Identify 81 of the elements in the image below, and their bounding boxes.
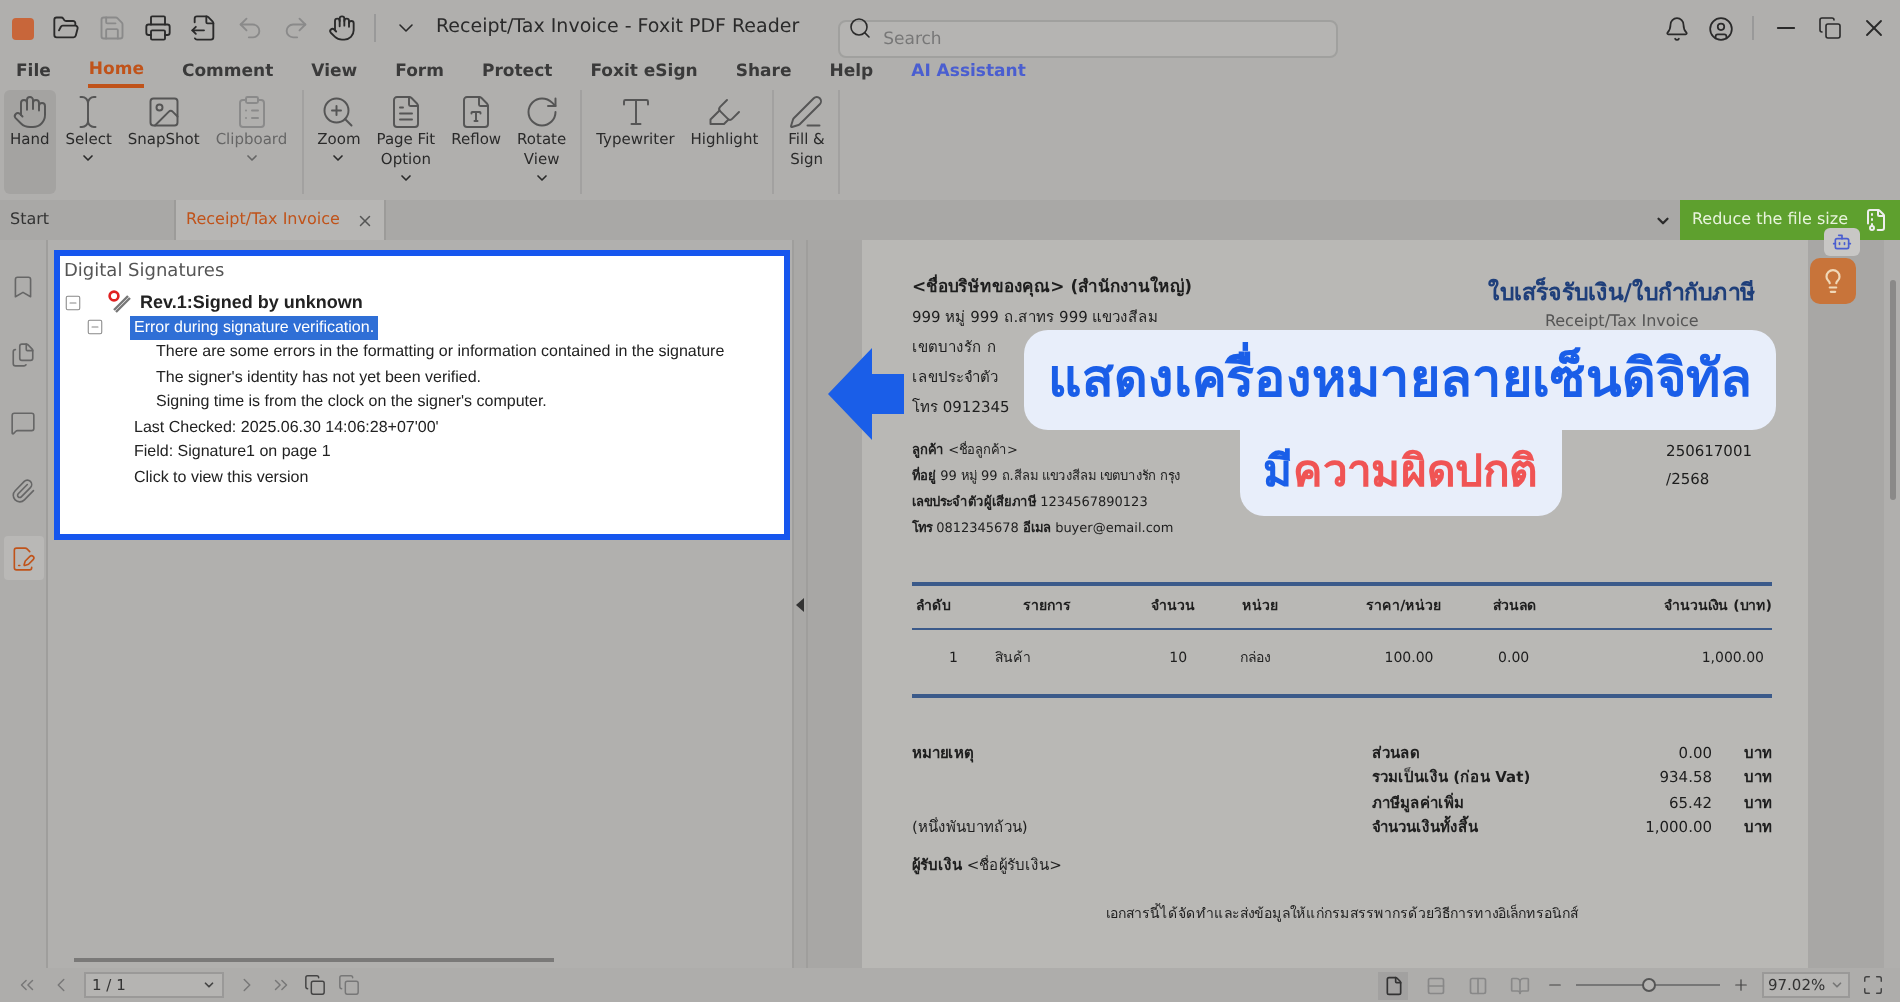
two-page-icon <box>1467 975 1487 995</box>
menu-tab[interactable]: Share <box>735 60 792 86</box>
tips-button[interactable] <box>1810 258 1856 304</box>
comment-icon <box>10 409 36 435</box>
rotate-icon <box>523 94 560 130</box>
collapse-icon[interactable] <box>64 293 82 312</box>
document-subtitle: Receipt/Tax Invoice <box>1544 310 1699 335</box>
zoom-slider[interactable] <box>1576 977 1720 993</box>
collapse-panel-icon[interactable] <box>796 597 804 611</box>
paperclip-icon <box>10 477 36 503</box>
window-title: Receipt/Tax Invoice - Foxit PDF Reader <box>436 13 800 42</box>
save-icon[interactable] <box>98 14 126 42</box>
tree-item[interactable]: There are some errors in the formatting or information contained in the signature <box>152 340 729 365</box>
search-field[interactable]: Search <box>837 20 1338 58</box>
text-icon <box>617 94 654 130</box>
sidebar-button[interactable] <box>3 536 43 580</box>
close-icon[interactable] <box>1860 14 1888 42</box>
signature-pen-icon <box>108 290 132 315</box>
collapse-icon[interactable] <box>86 318 104 337</box>
callout-heading: แสดงเครื่องหมายลายเซ็นดิจิทัล <box>1024 330 1776 430</box>
clipboard-icon <box>233 94 270 130</box>
tree-item[interactable]: The signer's identity has not yet been verified. <box>152 365 486 390</box>
restore-icon[interactable] <box>1818 16 1842 40</box>
close-tab-icon[interactable] <box>355 211 374 229</box>
bell-icon[interactable] <box>1664 15 1690 41</box>
menu-tab[interactable]: Comment <box>181 60 274 86</box>
single-page-icon <box>1383 975 1403 995</box>
caret-icon <box>1830 978 1844 992</box>
tree-item[interactable]: Click to view this version <box>130 465 313 490</box>
caret-icon <box>202 978 216 992</box>
hand-icon[interactable] <box>328 14 356 42</box>
app-logo <box>12 17 34 39</box>
tree-item[interactable]: Error during signature verification. <box>130 315 379 340</box>
search-icon <box>847 15 872 39</box>
assistant-button[interactable] <box>1824 228 1860 256</box>
image-icon <box>145 94 182 130</box>
tree-item[interactable]: Last Checked: 2025.06.30 14:06:28+07'00' <box>130 415 443 440</box>
menu-tab[interactable]: File <box>16 60 51 86</box>
page-icon <box>387 94 424 130</box>
zip-file-icon <box>1864 208 1888 232</box>
zoom-in-icon[interactable] <box>1732 976 1750 994</box>
replace-page-icon[interactable] <box>338 974 360 996</box>
document-title: ใบเสร็จรับเงิน/ใบกำกับภาษี <box>1487 276 1756 310</box>
pen-icon <box>788 94 825 130</box>
folder-icon[interactable] <box>52 14 80 42</box>
tree-item[interactable]: Field: Signature1 on page 1 <box>130 440 335 465</box>
view-mode-button[interactable] <box>1378 971 1408 999</box>
horizontal-scrollbar[interactable] <box>74 958 554 962</box>
company-name: <ชื่อบริษัทของคุณ> (สำนักงานใหญ่) <box>912 276 1192 302</box>
hand-icon <box>11 94 48 130</box>
undo-icon[interactable] <box>236 14 264 42</box>
menu-tab[interactable]: Form <box>395 60 444 86</box>
slider-thumb[interactable] <box>1642 978 1656 992</box>
text-page-icon <box>458 94 495 130</box>
pages-icon <box>10 341 36 367</box>
menu-tab[interactable]: Help <box>829 60 874 86</box>
insert-page-icon[interactable] <box>304 974 326 996</box>
continuous-page-icon <box>1425 975 1445 995</box>
highlighter-icon <box>706 94 743 130</box>
menu-tab[interactable]: Protect <box>481 60 553 86</box>
print-icon[interactable] <box>144 14 172 42</box>
signature-icon <box>10 545 36 571</box>
last-page-icon[interactable] <box>270 974 292 996</box>
export-icon[interactable] <box>190 14 218 42</box>
signature-revision[interactable]: Rev.1:Signed by unknown <box>136 290 367 315</box>
user-icon[interactable] <box>1708 15 1734 41</box>
zoom-in-icon <box>320 94 357 130</box>
tree-item[interactable]: Signing time is from the clock on the signer's computer. <box>152 390 551 415</box>
robot-icon <box>1832 232 1852 252</box>
redo-icon[interactable] <box>282 14 310 42</box>
panel-title: Digital Signatures <box>64 260 227 286</box>
facing-page-icon <box>1509 975 1529 995</box>
fullscreen-icon[interactable] <box>1862 974 1884 996</box>
left-arrow <box>828 348 904 440</box>
callout-subheading: มีความผิดปกติ <box>1239 430 1561 516</box>
menu-tab[interactable]: View <box>311 60 358 86</box>
first-page-icon[interactable] <box>16 974 38 996</box>
vertical-scrollbar[interactable] <box>1884 240 1900 968</box>
lightbulb-icon <box>1820 268 1846 294</box>
bookmark-icon <box>10 273 36 299</box>
menu-tab[interactable]: Foxit eSign <box>590 60 698 86</box>
